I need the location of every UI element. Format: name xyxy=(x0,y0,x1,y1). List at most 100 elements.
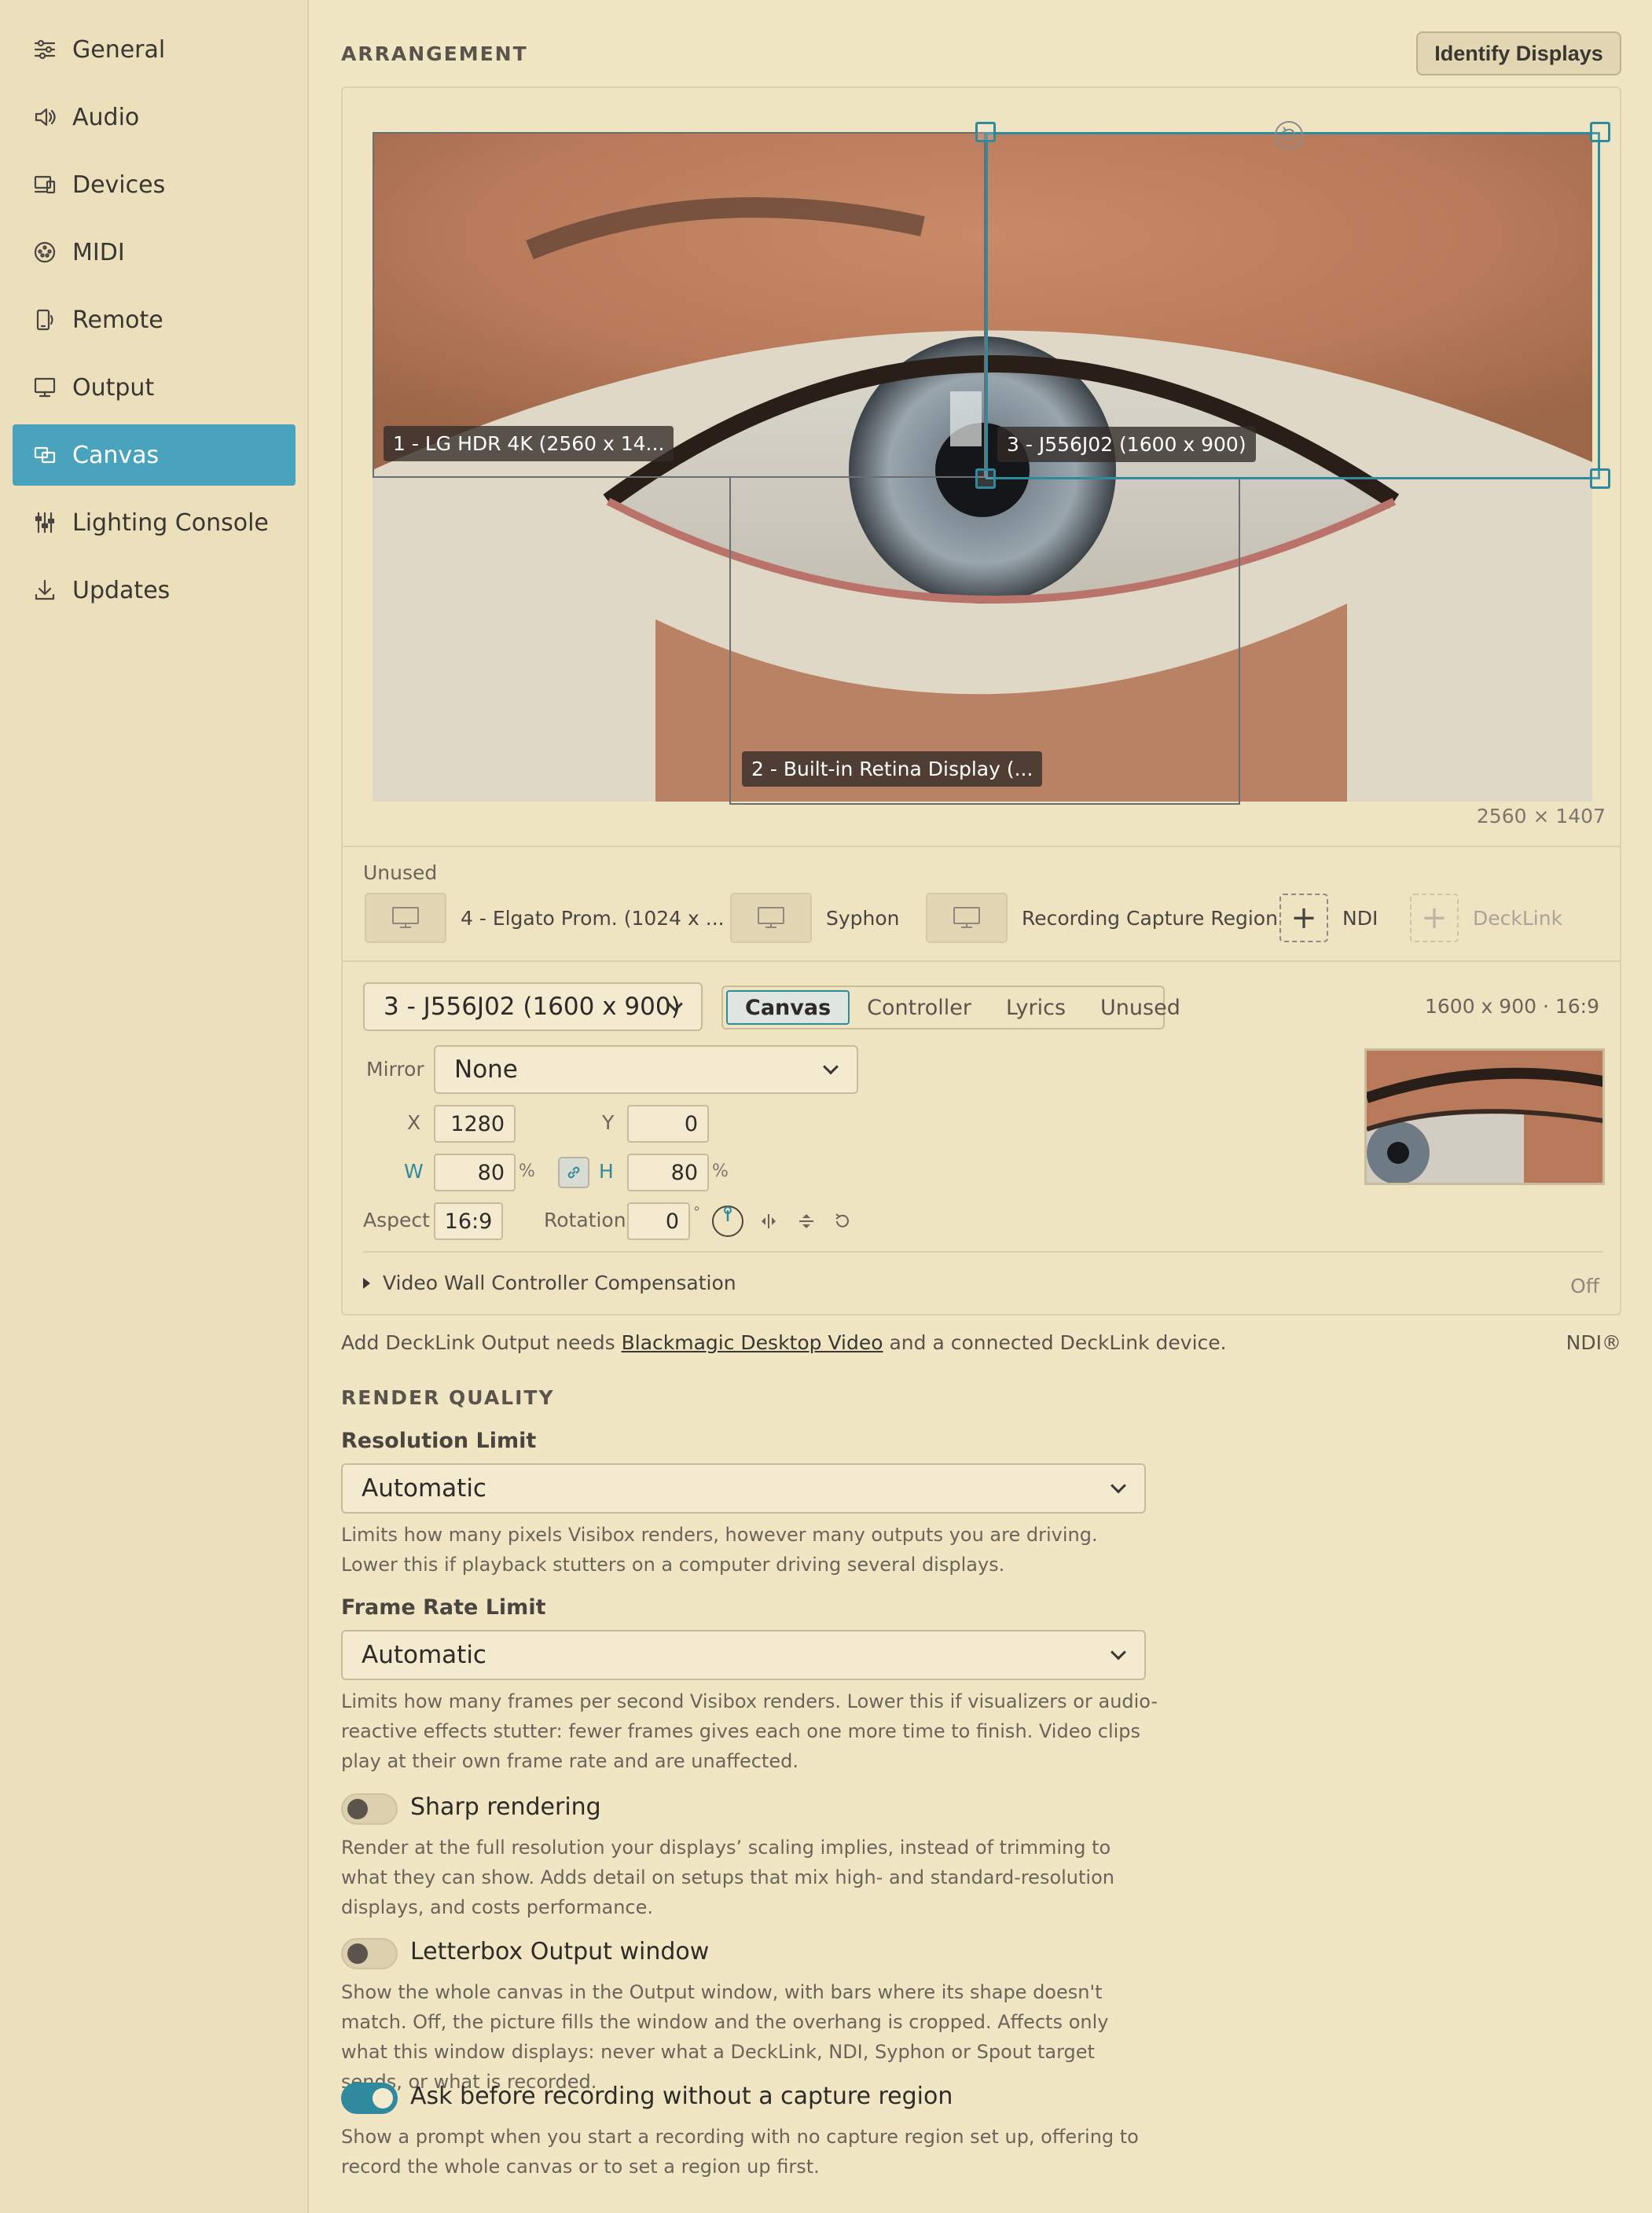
aspect-label: Aspect xyxy=(363,1209,430,1231)
w-label: W xyxy=(404,1160,424,1183)
frame-rate-limit-value: Automatic xyxy=(362,1641,486,1669)
devices-icon xyxy=(31,171,58,198)
display-select[interactable]: 3 - J556J02 (1600 x 900) xyxy=(363,982,703,1031)
unused-item-label: Syphon xyxy=(826,906,900,930)
aspect-input[interactable]: 16:9 xyxy=(434,1202,503,1240)
display-1-label: 1 - LG HDR 4K (2560 x 14... xyxy=(384,426,674,461)
tab-lyrics[interactable]: Lyrics xyxy=(989,990,1083,1025)
ask-before-recording-help: Show a prompt when you start a recording… xyxy=(341,2126,1139,2178)
reset-rotation-icon[interactable] xyxy=(832,1210,854,1232)
ndi-trademark: NDI® xyxy=(1566,1331,1621,1354)
unused-output-syphon[interactable]: Syphon xyxy=(730,893,900,943)
rotate-handle-icon[interactable] xyxy=(1273,119,1305,151)
frame-rate-limit-help: Limits how many frames per second Visibo… xyxy=(341,1690,1158,1772)
toggle-knob xyxy=(373,2088,393,2108)
sidebar-item-label: Lighting Console xyxy=(72,508,269,537)
display-summary: 1600 x 900 · 16:9 xyxy=(1424,995,1599,1018)
unused-item-label: NDI xyxy=(1342,906,1379,930)
link-aspect-icon[interactable] xyxy=(558,1157,589,1188)
resize-handle-bottom-right[interactable] xyxy=(1590,468,1610,489)
y-input[interactable]: 0 xyxy=(627,1105,709,1143)
letterbox-output-toggle[interactable] xyxy=(341,1938,398,1969)
main-content: ARRANGEMENT Identify Displays 1 - LG HDR… xyxy=(310,0,1652,2213)
unused-recording-capture-region[interactable]: Recording Capture Region xyxy=(926,893,1278,943)
identify-displays-button[interactable]: Identify Displays xyxy=(1416,31,1621,75)
arrangement-canvas[interactable]: 1 - LG HDR 4K (2560 x 14... 2 - Built-in… xyxy=(373,121,1610,805)
unused-item-label: Recording Capture Region xyxy=(1022,906,1278,930)
h-input[interactable]: 80 xyxy=(627,1154,709,1191)
unused-display-elgato[interactable]: 4 - Elgato Prom. (1024 x ... xyxy=(365,893,725,943)
h-label: H xyxy=(599,1160,614,1183)
letterbox-output-help: Show the whole canvas in the Output wind… xyxy=(341,1981,1109,2093)
sidebar-item-updates[interactable]: Updates xyxy=(13,560,296,621)
sharp-rendering-help: Render at the full resolution your displ… xyxy=(341,1837,1114,1918)
speaker-icon xyxy=(31,104,58,130)
w-unit: % xyxy=(519,1162,535,1181)
resize-handle-top-right[interactable] xyxy=(1590,122,1610,142)
remote-icon xyxy=(31,306,58,333)
flip-horizontal-icon[interactable] xyxy=(758,1210,780,1232)
sidebar-item-midi[interactable]: MIDI xyxy=(13,222,296,283)
sidebar-item-devices[interactable]: Devices xyxy=(13,154,296,215)
x-label: X xyxy=(407,1111,421,1134)
resize-handle-bottom-left[interactable] xyxy=(975,468,996,489)
tab-canvas[interactable]: Canvas xyxy=(726,990,850,1025)
display-3-region[interactable]: 3 - J556J02 (1600 x 900) xyxy=(986,132,1600,479)
flip-vertical-icon[interactable] xyxy=(795,1210,817,1232)
sharp-rendering-label: Sharp rendering xyxy=(410,1793,601,1821)
sharp-rendering-toggle[interactable] xyxy=(341,1793,398,1825)
tab-unused[interactable]: Unused xyxy=(1083,990,1198,1025)
chevron-down-icon xyxy=(1111,1477,1126,1494)
w-input[interactable]: 80 xyxy=(434,1154,516,1191)
add-decklink-button: + DeckLink xyxy=(1410,893,1562,943)
video-wall-compensation-toggle[interactable]: Video Wall Controller Compensation xyxy=(363,1272,736,1294)
display-1-region[interactable]: 1 - LG HDR 4K (2560 x 14... xyxy=(373,132,986,478)
divider xyxy=(343,846,1620,847)
sidebar-item-audio[interactable]: Audio xyxy=(13,86,296,148)
add-ndi-button[interactable]: + NDI xyxy=(1279,893,1378,943)
sidebar-item-label: Canvas xyxy=(72,441,160,469)
display-select-value: 3 - J556J02 (1600 x 900) xyxy=(384,993,681,1021)
resize-handle-top-left[interactable] xyxy=(975,122,996,142)
mirror-label: Mirror xyxy=(366,1058,424,1081)
rotation-input[interactable]: 0 xyxy=(627,1202,690,1240)
sidebar-item-label: Remote xyxy=(72,306,163,334)
monitor-icon xyxy=(730,893,812,943)
resolution-limit-select[interactable]: Automatic xyxy=(341,1463,1146,1514)
plus-icon: + xyxy=(1410,894,1459,942)
degree-unit: ° xyxy=(693,1204,700,1220)
sidebar-item-remote[interactable]: Remote xyxy=(13,289,296,350)
mirror-select[interactable]: None xyxy=(434,1045,858,1094)
frame-rate-limit-select[interactable]: Automatic xyxy=(341,1630,1146,1680)
display-2-label: 2 - Built-in Retina Display (... xyxy=(742,751,1043,787)
tab-controller[interactable]: Controller xyxy=(850,990,989,1025)
arrangement-panel: 1 - LG HDR 4K (2560 x 14... 2 - Built-in… xyxy=(341,86,1621,1316)
sidebar-item-label: Updates xyxy=(72,576,171,604)
monitor-icon xyxy=(31,374,58,401)
sidebar-item-canvas[interactable]: Canvas xyxy=(13,424,296,486)
divider xyxy=(343,960,1620,962)
h-unit: % xyxy=(712,1162,729,1181)
chevron-down-icon xyxy=(823,1059,839,1075)
sidebar: General Audio Devices MIDI Remote Output… xyxy=(0,0,309,2213)
x-input[interactable]: 1280 xyxy=(434,1105,516,1143)
plus-icon: + xyxy=(1279,894,1328,942)
display-2-region[interactable]: 2 - Built-in Retina Display (... xyxy=(729,478,1240,805)
decklink-note-prefix: Add DeckLink Output needs xyxy=(341,1331,622,1354)
sidebar-item-output[interactable]: Output xyxy=(13,357,296,418)
ask-before-recording-toggle[interactable] xyxy=(341,2083,398,2114)
divider xyxy=(363,1251,1603,1253)
canvas-size-readout: 2560 × 1407 xyxy=(1476,805,1606,828)
ask-before-recording-label: Ask before recording without a capture r… xyxy=(410,2083,953,2110)
disclosure-triangle-icon xyxy=(363,1277,370,1289)
sidebar-item-lighting-console[interactable]: Lighting Console xyxy=(13,492,296,553)
sidebar-item-general[interactable]: General xyxy=(13,19,296,80)
decklink-note: Add DeckLink Output needs Blackmagic Des… xyxy=(341,1331,1227,1354)
resolution-limit-help: Limits how many pixels Visibox renders, … xyxy=(341,1524,1098,1576)
resolution-limit-value: Automatic xyxy=(362,1474,486,1503)
blackmagic-link[interactable]: Blackmagic Desktop Video xyxy=(622,1331,883,1354)
chevron-down-icon xyxy=(1111,1644,1126,1661)
mirror-select-value: None xyxy=(454,1055,518,1084)
toggle-knob xyxy=(347,1799,368,1819)
rotation-dial-icon[interactable] xyxy=(710,1204,745,1239)
